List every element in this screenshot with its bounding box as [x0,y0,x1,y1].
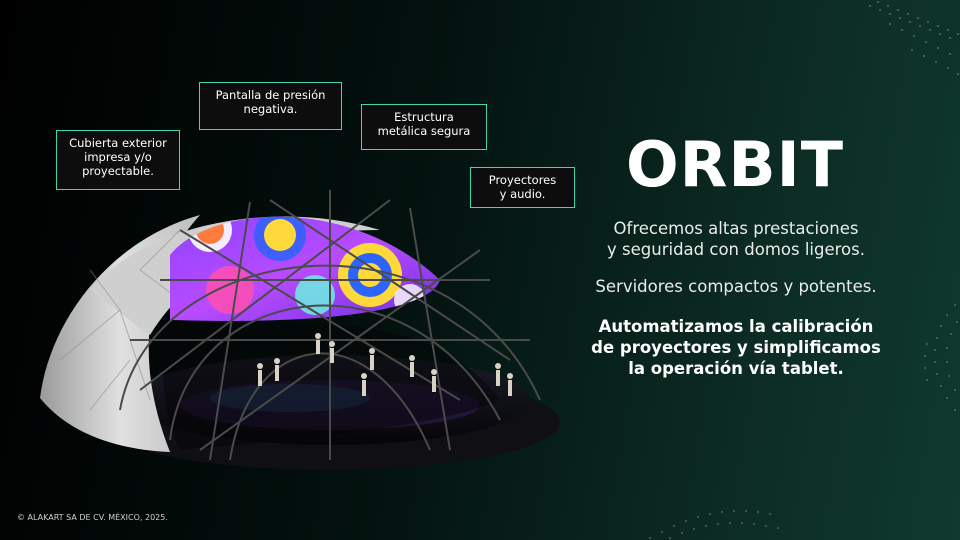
paragraph-servers: Servidores compactos y potentes. [588,276,884,297]
paragraph-line: Automatizamos la calibración [598,317,874,336]
callout-screen-line: Pantalla de presión [215,88,326,102]
callout-cover-line: impresa y/o [84,150,152,164]
callout-structure-line: metálica segura [377,124,471,138]
paragraph-line: la operación vía tablet. [628,359,844,378]
dot-pattern-right [924,304,958,411]
callout-projectors-line: y audio. [499,187,546,201]
callout-projectors-line: Proyectores [488,173,557,187]
callout-structure: Estructura metálica segura [361,104,487,150]
callout-screen-line: negativa. [243,102,298,116]
callout-cover-line: Cubierta exterior [69,136,167,150]
callout-cover: Cubierta exterior impresa y/o proyectabl… [56,130,180,190]
paragraph-line: Ofrecemos altas prestaciones [613,219,859,238]
callout-cover-line: proyectable. [82,164,154,178]
paragraph-automation: Automatizamos la calibración de proyecto… [588,316,884,379]
callout-projectors: Proyectores y audio. [470,167,575,208]
callout-structure-line: Estructura [394,110,454,124]
dot-pattern-top-right [869,1,959,75]
dome-illustration [40,190,560,470]
paragraph-line: y seguridad con domos ligeros. [607,240,865,259]
brand-title: ORBIT [625,128,845,201]
paragraph-line: de proyectores y simplificamos [591,338,881,357]
callout-screen: Pantalla de presión negativa. [199,82,342,130]
copyright-notice: © ALAKART SA DE CV. MÉXICO, 2025. [17,513,168,522]
dot-pattern-bottom [649,510,779,539]
paragraph-line: Servidores compactos y potentes. [595,277,877,296]
paragraph-performance: Ofrecemos altas prestaciones y seguridad… [588,218,884,260]
